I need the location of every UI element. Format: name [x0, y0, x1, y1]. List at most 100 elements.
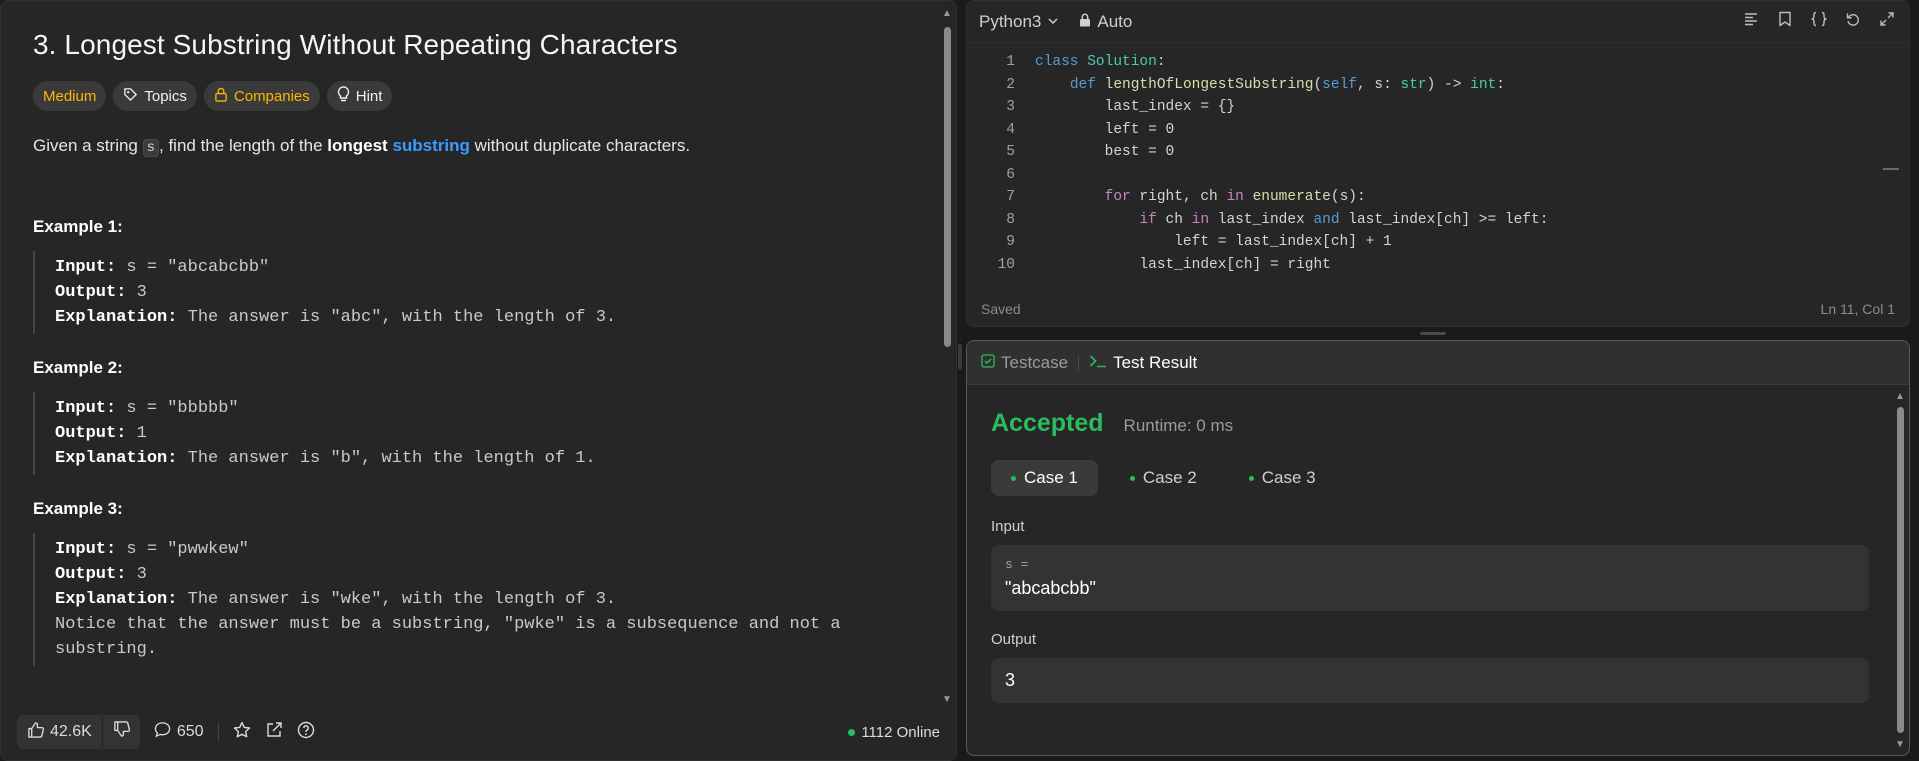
code-line: 5 best = 0	[967, 141, 1889, 164]
favorite-button[interactable]	[233, 721, 251, 744]
braces-button[interactable]	[1809, 11, 1829, 32]
companies-button[interactable]: Companies	[203, 81, 320, 111]
bookmark-icon	[1778, 11, 1792, 32]
result-scrollbar[interactable]: ▲ ▼	[1895, 391, 1905, 751]
tab-testcase[interactable]: Testcase	[981, 353, 1068, 373]
code-line: 8 if ch in last_index and last_index[ch]…	[967, 209, 1889, 232]
input-section-label: Input	[991, 518, 1025, 535]
result-tabs: Testcase Test Result	[967, 341, 1909, 385]
example-3-output: Output: 3	[55, 562, 908, 587]
desc-bold: longest	[327, 136, 388, 155]
hint-label: Hint	[355, 87, 383, 105]
output-label: Output:	[55, 565, 127, 584]
desc-text-1: Given a string	[33, 136, 143, 155]
problem-description: Given a string s, find the length of the…	[33, 133, 908, 161]
case-1-tab[interactable]: Case 1	[991, 460, 1098, 496]
code-text: if ch in last_index and last_index[ch] >…	[1139, 211, 1549, 228]
scroll-up-icon[interactable]: ▲	[942, 9, 952, 19]
tab-testcase-label: Testcase	[1001, 352, 1069, 372]
problem-scrollbar[interactable]: ▲ ▼	[942, 9, 952, 709]
scroll-thumb[interactable]	[944, 27, 951, 347]
case-3-tab[interactable]: Case 3	[1229, 460, 1336, 496]
share-button[interactable]	[265, 721, 283, 744]
code-line: 9 left = last_index[ch] + 1	[967, 231, 1889, 254]
output-value: 1	[126, 424, 147, 443]
thumbs-up-icon	[27, 721, 45, 743]
case-label: Case 3	[1261, 468, 1316, 487]
language-label: Python3	[979, 11, 1042, 31]
thumbs-down-icon	[113, 721, 130, 743]
example-1-title: Example 1:	[33, 217, 123, 236]
case-label: Case 2	[1142, 468, 1197, 487]
minimap-marker	[1883, 168, 1899, 170]
line-number: 7	[1006, 189, 1015, 205]
input-value: s = "abcabcbb"	[116, 258, 270, 277]
editor-statusbar: Saved Ln 11, Col 1	[967, 292, 1909, 326]
explanation-value: The answer is "abc", with the length of …	[177, 308, 617, 327]
scroll-down-icon[interactable]: ▼	[1895, 739, 1905, 750]
help-button[interactable]	[297, 721, 315, 744]
line-number: 6	[1006, 166, 1015, 183]
comment-icon	[154, 721, 171, 743]
desc-inline-code: s	[142, 139, 160, 157]
tag-icon	[123, 87, 138, 106]
runtime-text: Runtime: 0 ms	[1123, 416, 1234, 435]
line-number: 5	[1006, 144, 1015, 160]
tab-divider	[1078, 354, 1080, 371]
terminal-icon	[1089, 353, 1107, 373]
fullscreen-button[interactable]	[1877, 12, 1897, 32]
tab-test-result[interactable]: Test Result	[1089, 353, 1197, 373]
problem-footer: 42.6K 650 1112 Online	[1, 704, 956, 760]
online-indicator: 1112 Online	[848, 724, 940, 741]
code-line: 6	[967, 164, 1889, 187]
input-label: Input:	[55, 258, 117, 277]
case-pass-dot	[1248, 475, 1254, 481]
vertical-resize-handle[interactable]	[958, 344, 962, 370]
online-count: 1112 Online	[861, 723, 940, 741]
input-label: Input:	[55, 540, 117, 559]
comment-count: 650	[176, 723, 204, 740]
example-3-block: Input: s = "pwwkew" Output: 3 Explanatio…	[33, 533, 908, 666]
like-button[interactable]: 42.6K	[17, 715, 102, 749]
output-label: Output:	[55, 283, 127, 302]
scroll-up-icon[interactable]: ▲	[1895, 391, 1905, 402]
line-number: 9	[1006, 234, 1015, 250]
result-status-row: Accepted Runtime: 0 ms	[991, 409, 1869, 438]
substring-link[interactable]: substring	[392, 136, 469, 155]
code-text: for right, ch in enumerate(s):	[1104, 189, 1366, 205]
case-pass-dot	[1129, 475, 1135, 481]
difficulty-badge[interactable]: Medium	[33, 81, 107, 111]
test-result-panel: Testcase Test Result Accepted Runtime: 0…	[966, 340, 1910, 756]
auto-mode-toggle[interactable]: Auto	[1079, 12, 1132, 32]
explanation-label: Explanation:	[55, 308, 178, 327]
code-line: 10 last_index[ch] = right	[967, 254, 1889, 274]
checkbox-icon	[981, 353, 995, 373]
hint-button[interactable]: Hint	[326, 81, 393, 111]
code-area[interactable]: 1 class Solution: 2 def lengthOfLongestSu…	[967, 51, 1889, 273]
reset-button[interactable]	[1843, 12, 1863, 32]
star-icon	[233, 721, 251, 744]
format-button[interactable]	[1741, 12, 1761, 32]
braces-icon	[1810, 11, 1828, 32]
language-select[interactable]: Python3	[979, 12, 1059, 32]
explanation-value: The answer is "wke", with the length of …	[177, 590, 617, 609]
app-root: 3. Longest Substring Without Repeating C…	[0, 0, 1919, 761]
case-2-tab[interactable]: Case 2	[1110, 460, 1217, 496]
chevron-down-icon	[1047, 12, 1059, 32]
code-text: last_index[ch] = right	[1035, 256, 1331, 273]
scroll-thumb[interactable]	[1897, 407, 1904, 733]
input-label: Input:	[55, 399, 117, 418]
topics-button[interactable]: Topics	[113, 81, 197, 111]
code-line: 1 class Solution:	[967, 51, 1889, 74]
desc-text-2: , find the length of the	[159, 136, 328, 155]
horizontal-resize-handle[interactable]	[1420, 332, 1446, 335]
input-variable: s =	[1005, 557, 1029, 572]
bookmark-button[interactable]	[1775, 11, 1795, 32]
example-3-title: Example 3:	[33, 499, 123, 518]
comments-button[interactable]: 650	[154, 721, 204, 743]
editor-tools	[1741, 11, 1897, 32]
question-circle-icon	[297, 721, 315, 744]
example-3-explanation: Explanation: The answer is "wke", with t…	[55, 587, 908, 612]
dislike-button[interactable]	[103, 715, 140, 749]
external-link-icon	[265, 721, 283, 744]
